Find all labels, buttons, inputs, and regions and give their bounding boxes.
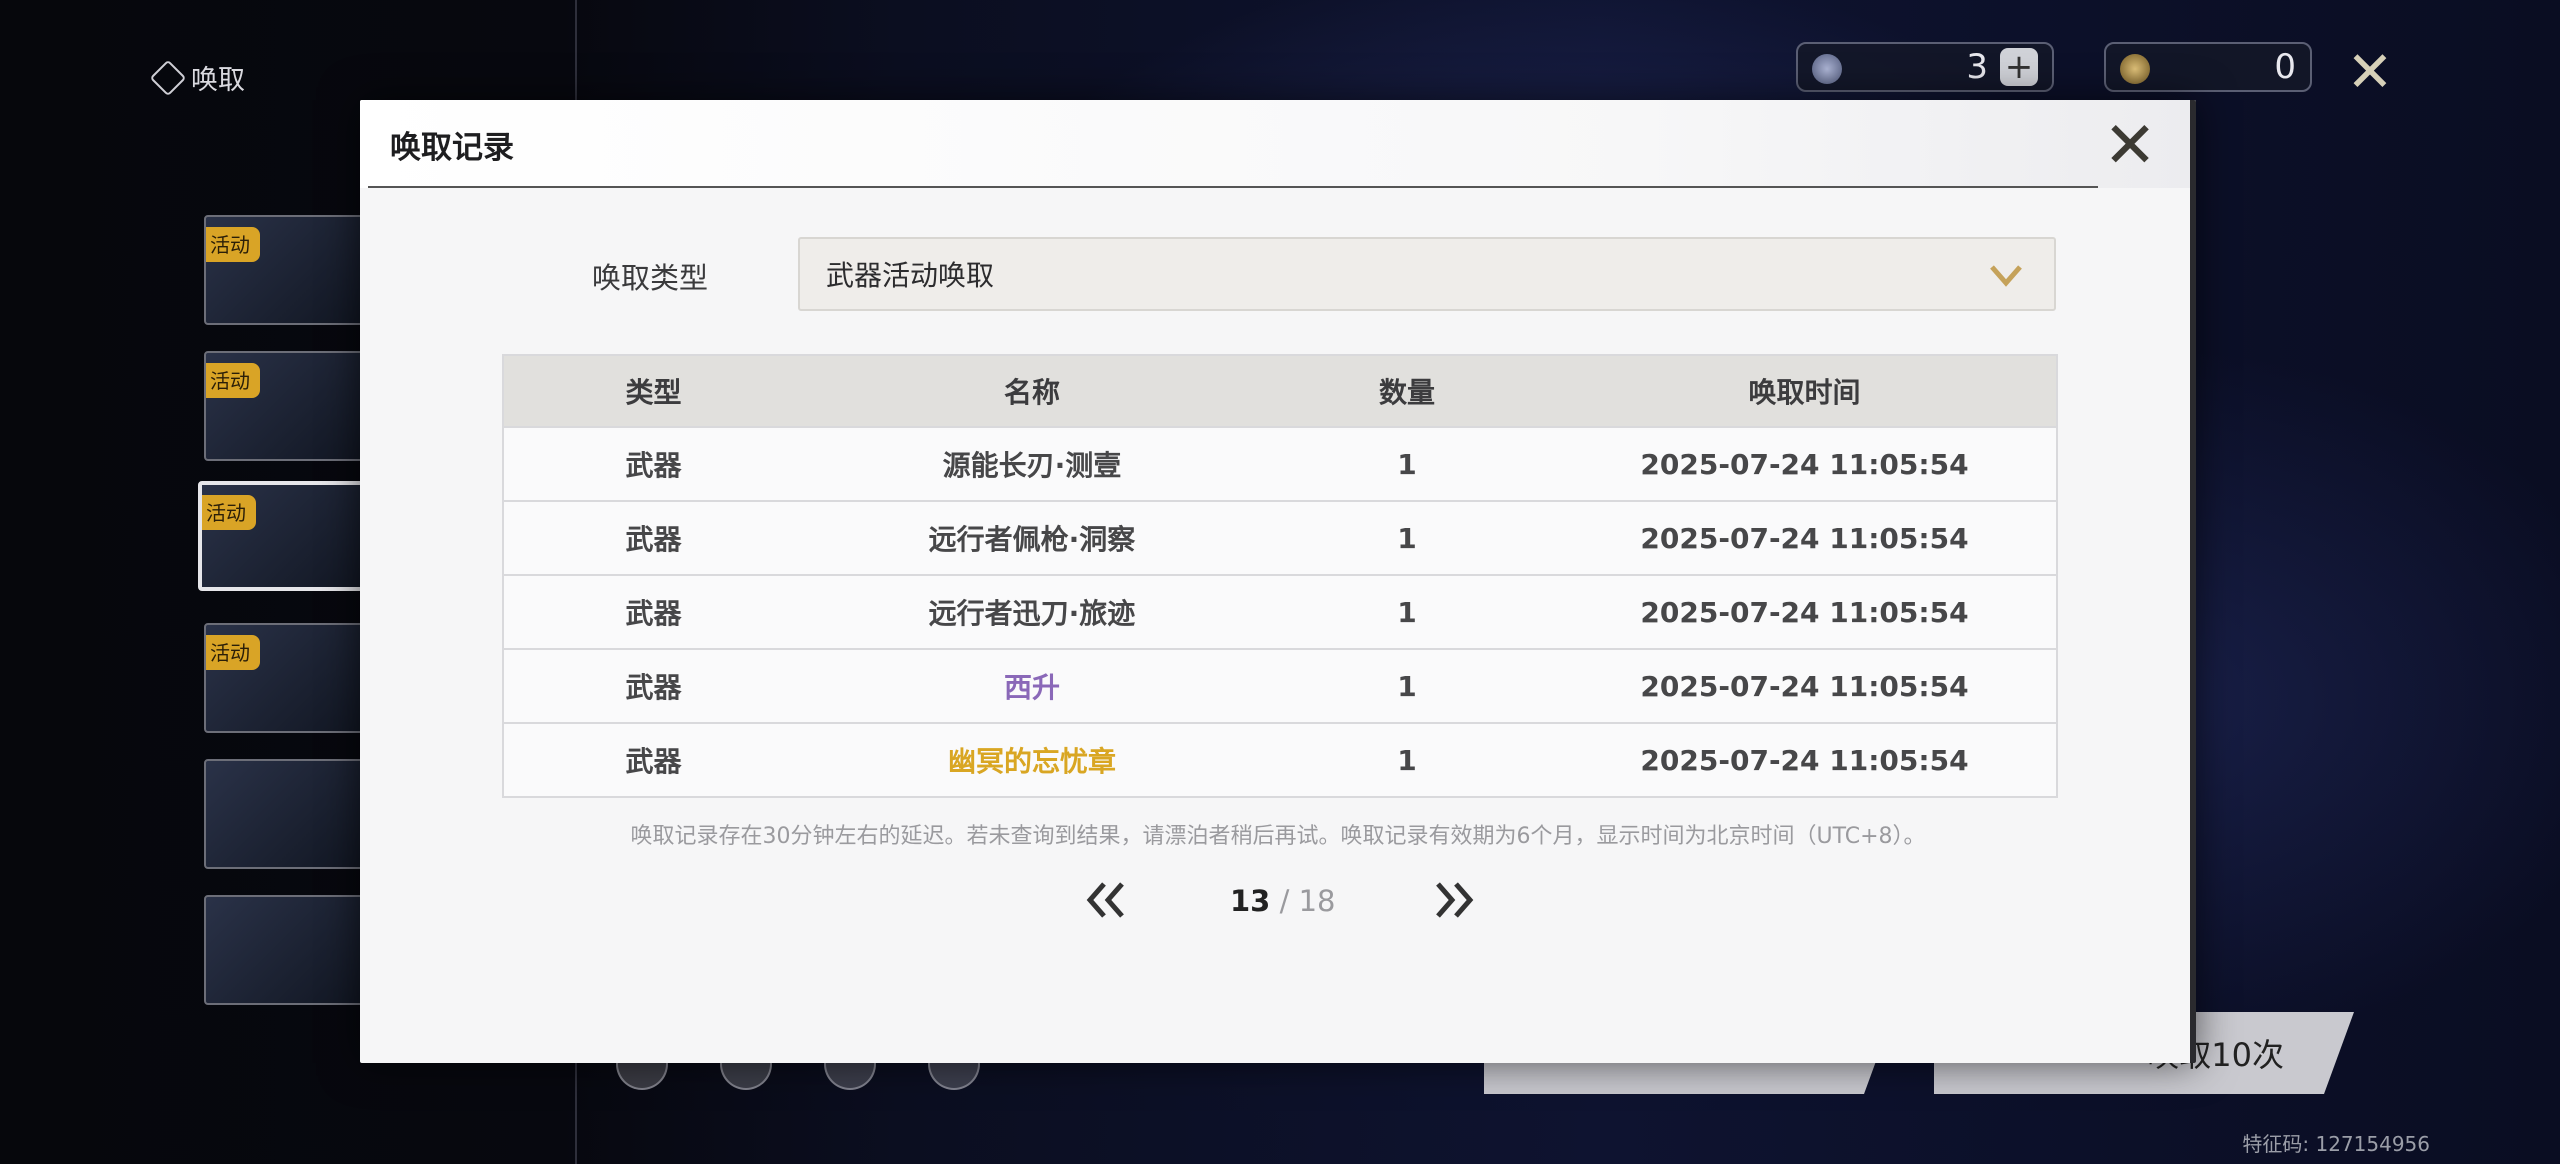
table-row: 武器 西升 1 2025-07-24 11:05:54 bbox=[503, 648, 2057, 723]
table-row: 武器 幽冥的忘忧章 1 2025-07-24 11:05:54 bbox=[503, 722, 2057, 797]
add-currency-button[interactable]: + bbox=[2000, 47, 2038, 87]
current-page: 13 bbox=[1230, 884, 1271, 918]
cell-time: 2025-07-24 11:05:54 bbox=[1553, 500, 2057, 575]
banner-tag: 活动 bbox=[202, 495, 256, 530]
modal-title: 唤取记录 bbox=[390, 130, 514, 166]
prev-page-button[interactable] bbox=[1082, 878, 1132, 928]
currency-tide: 0 bbox=[2104, 42, 2312, 92]
chevron-down-icon bbox=[1990, 265, 2022, 287]
screen-title-label: 唤取 bbox=[191, 65, 245, 96]
double-chevron-right-icon bbox=[1436, 882, 1474, 918]
cell-type: 武器 bbox=[503, 648, 803, 723]
cell-type: 武器 bbox=[503, 574, 803, 649]
cell-time: 2025-07-24 11:05:54 bbox=[1553, 426, 2057, 501]
cell-time: 2025-07-24 11:05:54 bbox=[1553, 574, 2057, 649]
banner-item[interactable]: 活动 bbox=[204, 351, 364, 461]
banner-item[interactable]: 活动 bbox=[204, 215, 364, 325]
currency-astrite-amount: 3 bbox=[1966, 47, 1988, 87]
cell-name: 远行者迅刀·旅迹 bbox=[803, 574, 1261, 649]
screen-title: 唤取 bbox=[149, 58, 245, 97]
table-header-row: 类型 名称 数量 唤取时间 bbox=[503, 355, 2057, 427]
type-label: 唤取类型 bbox=[592, 261, 709, 295]
column-header: 数量 bbox=[1261, 355, 1553, 427]
banner-item[interactable] bbox=[204, 759, 364, 869]
header-divider bbox=[368, 186, 2098, 188]
currency-astrite: 3 + bbox=[1796, 42, 2054, 92]
double-chevron-left-icon bbox=[1086, 882, 1124, 918]
convene-icon bbox=[149, 59, 187, 96]
table-row: 武器 远行者迅刀·旅迹 1 2025-07-24 11:05:54 bbox=[503, 574, 2057, 649]
cell-time: 2025-07-24 11:05:54 bbox=[1553, 648, 2057, 723]
cell-type: 武器 bbox=[503, 500, 803, 575]
currency-tide-amount: 0 bbox=[2274, 47, 2296, 87]
column-header: 名称 bbox=[803, 355, 1261, 427]
astrite-star-icon bbox=[1812, 54, 1842, 84]
delay-notice: 唤取记录存在30分钟左右的延迟。若未查询到结果，请漂泊者稍后再试。唤取记录有效期… bbox=[630, 824, 1926, 849]
column-header: 类型 bbox=[503, 355, 803, 427]
cell-name: 幽冥的忘忧章 bbox=[803, 722, 1261, 797]
next-page-button[interactable] bbox=[1428, 878, 1478, 928]
cell-name: 西升 bbox=[803, 648, 1261, 723]
close-icon[interactable]: ✕ bbox=[2340, 40, 2400, 105]
modal-header bbox=[360, 100, 2196, 188]
cell-type: 武器 bbox=[503, 722, 803, 797]
banner-tag: 活动 bbox=[206, 635, 260, 670]
cell-type: 武器 bbox=[503, 426, 803, 501]
banner-tag: 活动 bbox=[206, 227, 260, 262]
type-select[interactable]: 武器活动唤取 bbox=[798, 237, 2056, 311]
convene-history-modal: 唤取记录 ✕ 唤取类型 武器活动唤取 类型 名称 数量 唤取时间 武器 源能长刃… bbox=[360, 100, 2196, 1063]
table-row: 武器 远行者佩枪·洞察 1 2025-07-24 11:05:54 bbox=[503, 500, 2057, 575]
total-pages: 18 bbox=[1298, 884, 1336, 918]
type-select-value: 武器活动唤取 bbox=[826, 259, 995, 292]
banner-tag: 活动 bbox=[206, 363, 260, 398]
table-row: 武器 源能长刃·测壹 1 2025-07-24 11:05:54 bbox=[503, 426, 2057, 501]
tide-token-icon bbox=[2120, 54, 2150, 84]
cell-name: 远行者佩枪·洞察 bbox=[803, 500, 1261, 575]
pagination: 13 / 18 bbox=[360, 878, 2196, 928]
cell-qty: 1 bbox=[1261, 648, 1553, 723]
cell-qty: 1 bbox=[1261, 722, 1553, 797]
close-icon[interactable]: ✕ bbox=[2100, 114, 2160, 178]
cell-qty: 1 bbox=[1261, 426, 1553, 501]
banner-item[interactable] bbox=[204, 895, 364, 1005]
feature-code: 特征码: 127154956 bbox=[2242, 1132, 2430, 1156]
cell-name: 源能长刃·测壹 bbox=[803, 426, 1261, 501]
cell-qty: 1 bbox=[1261, 574, 1553, 649]
banner-item-selected[interactable]: 活动 bbox=[198, 481, 370, 591]
cell-qty: 1 bbox=[1261, 500, 1553, 575]
page-indicator: 13 / 18 bbox=[1230, 884, 1335, 918]
page-separator: / bbox=[1270, 884, 1299, 918]
banner-item[interactable]: 活动 bbox=[204, 623, 364, 733]
column-header: 唤取时间 bbox=[1553, 355, 2057, 427]
records-table: 类型 名称 数量 唤取时间 武器 源能长刃·测壹 1 2025-07-24 11… bbox=[502, 354, 2058, 798]
cell-time: 2025-07-24 11:05:54 bbox=[1553, 722, 2057, 797]
